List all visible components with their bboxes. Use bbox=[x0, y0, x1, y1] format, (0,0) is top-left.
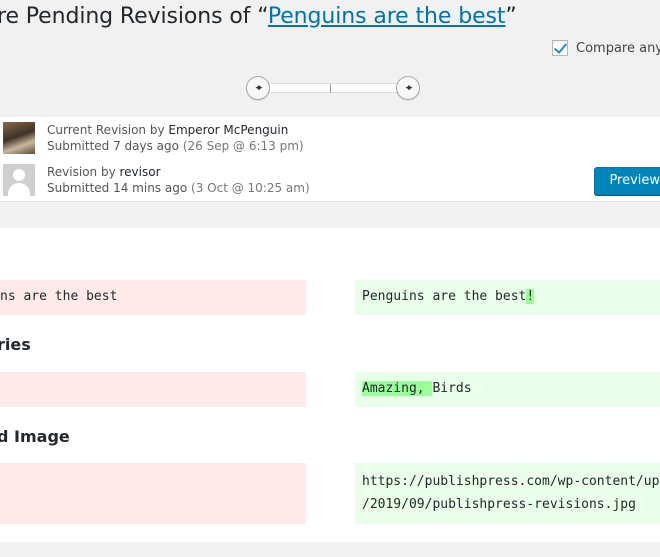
revision-label: Current Revision by bbox=[47, 123, 169, 137]
revision-date: (26 Sep @ 6:13 pm) bbox=[182, 139, 304, 153]
submitted-text: Submitted 14 mins ago bbox=[47, 181, 188, 195]
diff-new-categories: Amazing, Birds bbox=[355, 372, 660, 407]
current-revision-row: Current Revision by Emperor McPenguin Su… bbox=[3, 122, 304, 154]
field-label-featured-image: d Image bbox=[0, 427, 70, 446]
diff-new-text: Penguins are the best! bbox=[362, 289, 535, 304]
avatar bbox=[3, 122, 35, 154]
current-revision-info: Current Revision by Emperor McPenguin Su… bbox=[47, 122, 304, 154]
avatar bbox=[3, 164, 35, 196]
submitted-text: Submitted 7 days ago bbox=[47, 139, 179, 153]
revision-author: revisor bbox=[119, 165, 161, 179]
pending-revision-row: Revision by revisor Submitted 14 mins ag… bbox=[3, 164, 310, 196]
page-title: re Pending Revisions of “Penguins are th… bbox=[0, 4, 517, 29]
diff-new-featured-image: https://publishpress.com/wp-content/up /… bbox=[355, 463, 660, 524]
preview-button[interactable]: Preview / bbox=[594, 167, 660, 195]
slider-tick bbox=[330, 84, 331, 93]
slider-right-handle[interactable]: ◂▸ bbox=[396, 76, 420, 100]
diff-old-text: ns are the best bbox=[0, 289, 118, 304]
slider-track[interactable] bbox=[258, 83, 408, 93]
diff-new-base: Birds bbox=[432, 381, 472, 396]
diff-new-base: Penguins are the best bbox=[362, 289, 527, 304]
diff-new-text-line2: /2019/09/publishpress-revisions.jpg bbox=[362, 497, 636, 512]
diff-added-text: Amazing, bbox=[362, 381, 433, 396]
title-prefix: re Pending Revisions of “ bbox=[0, 4, 268, 29]
diff-old-featured-image bbox=[0, 463, 306, 524]
compare-any-label: Compare any t bbox=[576, 40, 660, 56]
title-suffix: ” bbox=[505, 4, 517, 29]
revisions-meta: Current Revision by Emperor McPenguin Su… bbox=[0, 117, 660, 202]
slider-left-handle[interactable]: ◂▸ bbox=[246, 76, 270, 100]
revision-label: Revision by bbox=[47, 165, 120, 179]
diff-new-title: Penguins are the best! bbox=[355, 280, 660, 315]
revision-author: Emperor McPenguin bbox=[168, 123, 289, 137]
revision-date: (3 Oct @ 10:25 am) bbox=[191, 181, 310, 195]
diff-new-text: Amazing, Birds bbox=[362, 381, 472, 396]
pending-revision-info: Revision by revisor Submitted 14 mins ag… bbox=[47, 164, 310, 196]
diff-added-text: ! bbox=[526, 289, 535, 304]
compare-any-toggle[interactable]: Compare any t bbox=[552, 40, 660, 56]
field-label-categories: ries bbox=[0, 335, 31, 354]
compare-any-checkbox[interactable] bbox=[552, 40, 568, 56]
diff-old-title: ns are the best bbox=[0, 280, 306, 315]
diff-new-text-line1: https://publishpress.com/wp-content/up bbox=[362, 474, 660, 489]
post-title-link[interactable]: Penguins are the best bbox=[268, 4, 506, 29]
revision-slider[interactable]: ◂▸ ◂▸ bbox=[246, 76, 420, 100]
diff-old-categories bbox=[0, 372, 306, 407]
